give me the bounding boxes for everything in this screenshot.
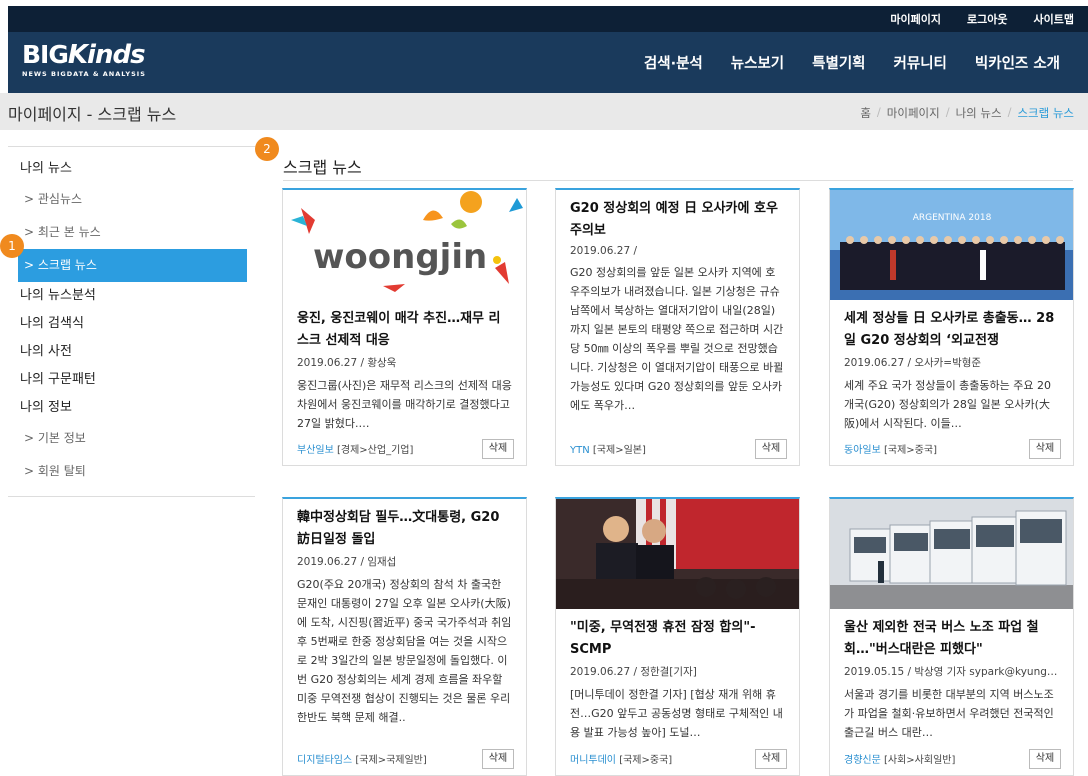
article-title[interactable]: "미중, 무역전쟁 휴전 잠정 합의"- SCMP bbox=[570, 617, 785, 661]
page-title-bar: 마이페이지 - 스크랩 뉴스 홈 / 마이페이지 / 나의 뉴스 / 스크랩 뉴스 bbox=[0, 93, 1088, 130]
sidebar-my-info[interactable]: 나의 정보 bbox=[8, 394, 255, 422]
news-card[interactable]: ARGENTINA 2018 세계 정상들 日 오사카로 총출동… 28일 G2… bbox=[829, 188, 1074, 466]
article-category: [경제>산업_기업] bbox=[337, 445, 414, 456]
nav-search-analysis[interactable]: 검색·분석 bbox=[644, 52, 703, 73]
article-source[interactable]: 동아일보 bbox=[844, 445, 881, 456]
article-meta: 2019.06.27 / 오사카=박형준 bbox=[844, 357, 982, 369]
sidebar-my-dictionary[interactable]: 나의 사전 bbox=[8, 338, 255, 366]
article-title[interactable]: 韓中정상회담 필두…文대통령, G20 訪日일정 돌입 bbox=[297, 507, 512, 551]
sitemap-link[interactable]: 사이트맵 bbox=[1034, 11, 1074, 27]
article-summary: G20 정상회의를 앞둔 일본 오사카 지역에 호우주의보가 내려졌습니다. 일… bbox=[570, 266, 784, 412]
article-summary: 서울과 경기를 비롯한 대부분의 지역 버스노조가 파업을 철회·유보하면서 우… bbox=[844, 688, 1054, 739]
article-meta: 2019.06.27 / 임재섭 bbox=[297, 556, 397, 568]
sidebar-my-news[interactable]: 나의 뉴스 bbox=[8, 155, 255, 183]
article-source[interactable]: 부산일보 bbox=[297, 445, 334, 456]
article-category: [국제>중국] bbox=[884, 445, 937, 456]
delete-button[interactable]: 삭제 bbox=[755, 749, 787, 769]
nav-about[interactable]: 빅카인즈 소개 bbox=[975, 52, 1060, 73]
article-title[interactable]: G20 정상회의 예정 日 오사카에 호우주의보 bbox=[570, 198, 785, 242]
article-source[interactable]: 머니투데이 bbox=[570, 755, 616, 766]
sidebar-item-withdraw[interactable]: > 회원 탈퇴 bbox=[8, 455, 255, 488]
sidebar-item-recent[interactable]: > 최근 본 뉴스 bbox=[8, 216, 255, 249]
article-title[interactable]: 세계 정상들 日 오사카로 총출동… 28일 G20 정상회의 ‘외교전쟁 bbox=[844, 308, 1059, 352]
article-category: [사회>사회일반] bbox=[884, 755, 956, 766]
article-meta: 2019.05.15 / 박상영 기자 sypark@kyung… bbox=[844, 666, 1058, 678]
mypage-link[interactable]: 마이페이지 bbox=[890, 11, 941, 27]
logo-text-big: BIG bbox=[22, 40, 69, 69]
breadcrumb-home[interactable]: 홈 bbox=[860, 105, 871, 121]
logout-link[interactable]: 로그아웃 bbox=[967, 11, 1007, 27]
article-source[interactable]: 디지털타임스 bbox=[297, 755, 352, 766]
nav-community[interactable]: 커뮤니티 bbox=[894, 52, 947, 73]
article-image bbox=[556, 499, 799, 609]
article-image: woongjin bbox=[283, 190, 526, 300]
delete-button[interactable]: 삭제 bbox=[1029, 749, 1061, 769]
utility-bar: 마이페이지 로그아웃 사이트맵 bbox=[8, 6, 1088, 32]
sidebar-item-interest[interactable]: > 관심뉴스 bbox=[8, 183, 255, 216]
step-badge-1: 1 bbox=[0, 234, 24, 258]
article-meta: 2019.06.27 / 황상욱 bbox=[297, 357, 397, 369]
photo-caption-text: ARGENTINA 2018 bbox=[913, 213, 992, 223]
scrap-news-title: 스크랩 뉴스 bbox=[283, 158, 362, 177]
news-card[interactable]: G20 정상회의 예정 日 오사카에 호우주의보 2019.06.27 / G2… bbox=[555, 188, 800, 466]
article-category: [국제>중국] bbox=[619, 755, 673, 766]
article-meta: 2019.06.27 / bbox=[570, 245, 637, 257]
bigkinds-logo[interactable]: BIGKinds NEWS BIGDATA & ANALYSIS bbox=[22, 40, 146, 79]
main-header: BIGKinds NEWS BIGDATA & ANALYSIS 검색·분석 뉴… bbox=[8, 32, 1088, 93]
step-badge-2: 2 bbox=[255, 137, 279, 161]
article-summary: G20(주요 20개국) 정상회의 참석 차 출국한 문재인 대통령이 27일 … bbox=[297, 578, 512, 724]
news-card[interactable]: 韓中정상회담 필두…文대통령, G20 訪日일정 돌입 2019.06.27 /… bbox=[282, 497, 527, 776]
delete-button[interactable]: 삭제 bbox=[1029, 439, 1061, 459]
article-summary: [머니투데이 정한결 기자] [협상 재개 위해 휴전…G20 앞두고 공동성명… bbox=[570, 688, 783, 739]
news-card[interactable]: "미중, 무역전쟁 휴전 잠정 합의"- SCMP 2019.06.27 / 정… bbox=[555, 497, 800, 776]
nav-special[interactable]: 특별기획 bbox=[812, 52, 865, 73]
article-source[interactable]: 경향신문 bbox=[844, 755, 881, 766]
global-nav: 검색·분석 뉴스보기 특별기획 커뮤니티 빅카인즈 소개 bbox=[644, 32, 1060, 93]
logo-text-kinds: Kinds bbox=[67, 40, 146, 70]
breadcrumb-my-news[interactable]: 나의 뉴스 bbox=[956, 105, 1002, 121]
article-image bbox=[830, 499, 1073, 609]
sidebar-my-search[interactable]: 나의 검색식 bbox=[8, 310, 255, 338]
breadcrumb: 홈 / 마이페이지 / 나의 뉴스 / 스크랩 뉴스 bbox=[860, 105, 1074, 121]
article-meta: 2019.06.27 / 정한결[기자] bbox=[570, 666, 697, 678]
news-card[interactable]: 울산 제외한 전국 버스 노조 파업 철회…"버스대란은 피했다" 2019.0… bbox=[829, 497, 1074, 776]
nav-news-view[interactable]: 뉴스보기 bbox=[731, 52, 784, 73]
breadcrumb-mypage[interactable]: 마이페이지 bbox=[887, 105, 940, 121]
breadcrumb-current: 스크랩 뉴스 bbox=[1017, 106, 1074, 120]
woongjin-logo-text: woongjin bbox=[313, 237, 487, 277]
delete-button[interactable]: 삭제 bbox=[482, 749, 514, 769]
sidebar-my-pattern[interactable]: 나의 구문패턴 bbox=[8, 366, 255, 394]
logo-subtitle: NEWS BIGDATA & ANALYSIS bbox=[22, 70, 146, 78]
article-title[interactable]: 웅진, 웅진코웨이 매각 추진…재무 리스크 선제적 대응 bbox=[297, 308, 512, 352]
sidebar: 나의 뉴스 > 관심뉴스 > 최근 본 뉴스 > 스크랩 뉴스 나의 뉴스분석 … bbox=[8, 146, 255, 497]
article-category: [국제>국제일반] bbox=[355, 755, 427, 766]
delete-button[interactable]: 삭제 bbox=[482, 439, 514, 459]
article-source[interactable]: YTN bbox=[570, 445, 590, 456]
sidebar-item-basic-info[interactable]: > 기본 정보 bbox=[8, 422, 255, 455]
article-image: ARGENTINA 2018 bbox=[830, 190, 1073, 300]
sidebar-item-scrap[interactable]: > 스크랩 뉴스 bbox=[18, 249, 247, 282]
news-card[interactable]: woongjin 웅진, 웅진코웨이 매각 추진…재무 리스크 선제적 대응 2… bbox=[282, 188, 527, 466]
sidebar-my-analysis[interactable]: 나의 뉴스분석 bbox=[8, 282, 255, 310]
article-title[interactable]: 울산 제외한 전국 버스 노조 파업 철회…"버스대란은 피했다" bbox=[844, 617, 1059, 661]
page-title: 마이페이지 - 스크랩 뉴스 bbox=[8, 105, 177, 124]
article-category: [국제>일본] bbox=[592, 445, 646, 456]
article-summary: 웅진그룹(사진)은 재무적 리스크의 선제적 대응차원에서 웅진코웨이를 매각하… bbox=[297, 379, 512, 430]
delete-button[interactable]: 삭제 bbox=[755, 439, 787, 459]
article-summary: 세계 주요 국가 정상들이 총출동하는 주요 20개국(G20) 정상회의가 2… bbox=[844, 379, 1052, 430]
